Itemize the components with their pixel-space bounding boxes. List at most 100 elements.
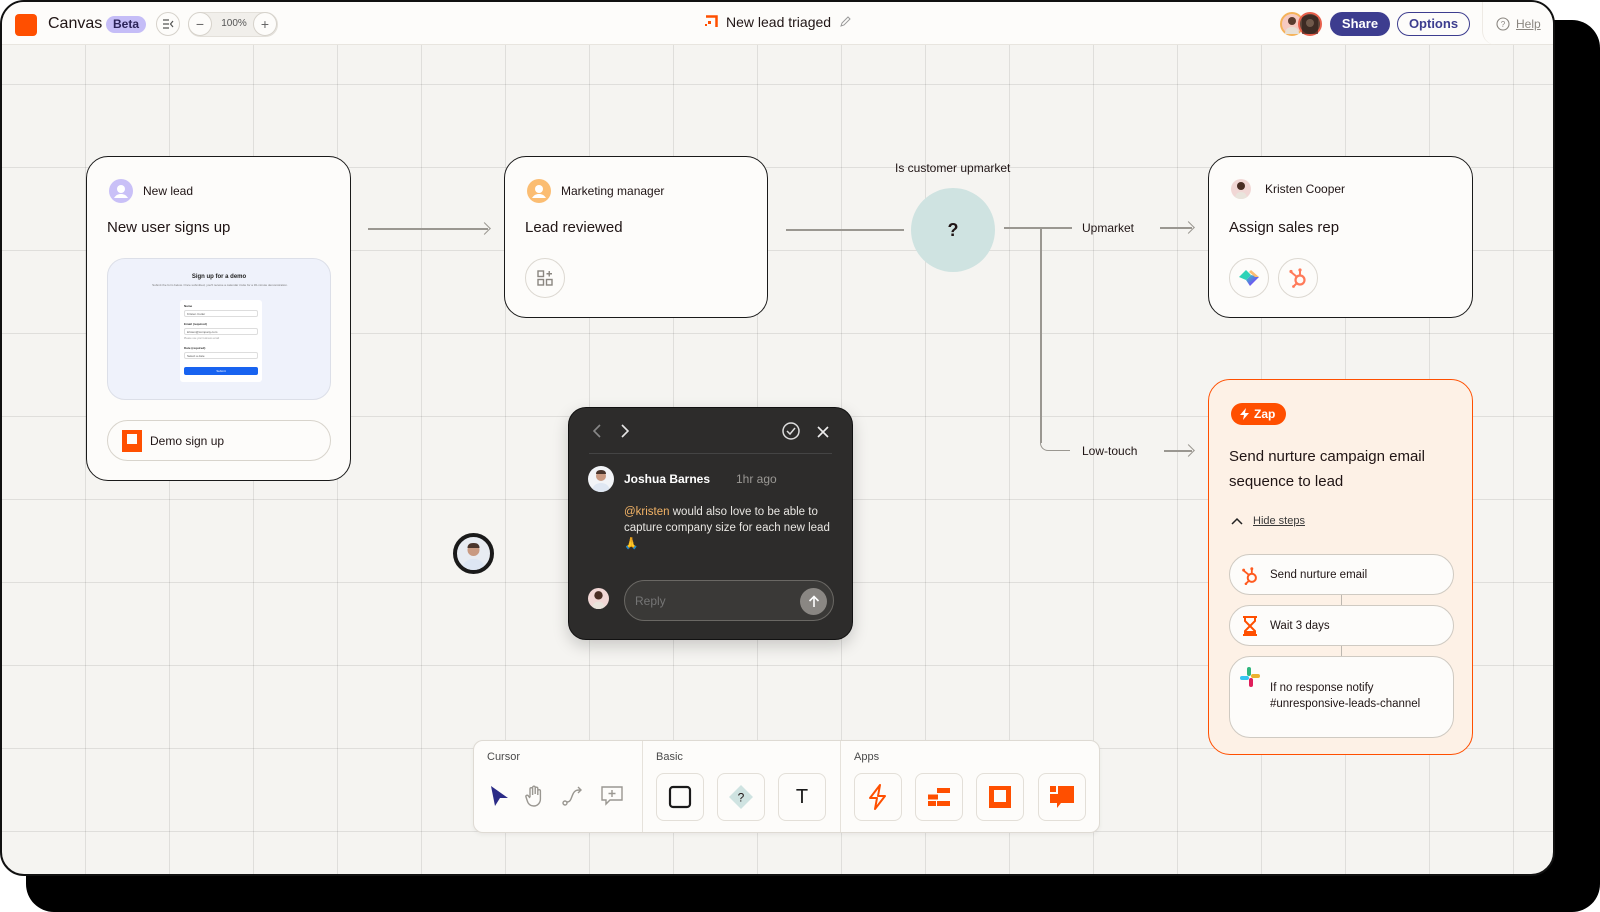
node-assign-sales-rep[interactable]: Kristen Cooper Assign sales rep [1208,156,1473,318]
zoom-level[interactable]: 100% [219,18,249,29]
zap-title: Send nurture campaign email sequence to … [1229,448,1425,490]
step-connector [1341,595,1342,605]
slack-icon [1240,667,1260,687]
zap-step[interactable]: If no response notify #unresponsive-lead… [1229,656,1454,738]
node-header: Marketing manager [527,179,664,203]
zap-step[interactable]: Send nurture email [1229,554,1454,595]
document-title[interactable]: New lead triaged [726,14,831,30]
previous-comment-button[interactable] [592,422,601,443]
zoom-out-button[interactable]: − [188,12,212,36]
rectangle-tool-button[interactable] [656,773,704,821]
node-marketing-manager[interactable]: Marketing manager Lead reviewed [504,156,768,318]
zap-app-button[interactable] [854,773,902,821]
hand-tool-button[interactable] [520,781,550,811]
form-subtitle: Submit the form below. Once submitted, y… [152,283,288,287]
decision-tool-button[interactable]: ? [717,773,765,821]
form-card: Name Kristen Cutler Email (required) kri… [180,300,262,382]
form-field-input: Kristen Cutler [184,310,258,317]
options-button[interactable]: Options [1397,12,1470,36]
source-pill[interactable]: Demo sign up [107,420,331,461]
node-title: Lead reviewed [525,219,623,236]
form-preview[interactable]: Sign up for a demo Submit the form below… [107,258,331,400]
connector-elbow [1040,434,1070,451]
interfaces-app-button[interactable] [976,773,1024,821]
form-field-label: Email (required) [184,322,207,326]
top-bar: Canvas Beta − 100% + New lead triaged Sh… [2,2,1553,45]
diamond-app-icon [1239,270,1259,286]
toolbar-section-label: Cursor [487,751,521,763]
form-submit-button: Submit [184,367,258,375]
chevron-left-icon [592,424,601,438]
zap-lightning-icon [869,784,886,810]
form-field-label: Date (required) [184,346,206,350]
toolbar-divider [642,741,643,832]
reply-input[interactable] [635,594,795,608]
send-reply-button[interactable] [800,588,827,615]
person-photo-icon [462,543,485,570]
hubspot-icon [1242,567,1257,585]
node-new-lead[interactable]: New lead New user signs up Sign up for a… [86,156,351,481]
user-avatar-icon [109,179,133,203]
branch-label-upmarket: Upmarket [1082,221,1135,235]
help-link[interactable]: Help [1516,17,1541,31]
person-photo-icon [1235,182,1247,199]
resolve-comment-button[interactable] [782,422,800,445]
collaborator-avatar[interactable] [1298,12,1322,36]
form-field-label: Name [184,304,193,308]
next-comment-button[interactable] [621,422,630,443]
pencil-icon[interactable] [839,16,851,28]
assignee-avatar [1231,179,1251,199]
decision-node[interactable]: ? [911,188,995,272]
canvas-window[interactable]: Canvas Beta − 100% + New lead triaged Sh… [0,0,1555,876]
chatbot-app-icon [1050,786,1074,808]
sidebar-toggle-button[interactable] [156,12,180,36]
app-button[interactable] [1278,258,1318,298]
lightning-icon [1240,408,1249,420]
person-photo-icon [592,591,605,609]
zap-badge: Zap [1231,403,1287,425]
arrow-right-icon [478,222,491,235]
square-shape-icon [668,785,692,809]
app-button[interactable] [1229,258,1269,298]
hide-steps-label: Hide steps [1253,515,1305,527]
comment-popover[interactable]: Joshua Barnes 1hr ago @kristen would als… [568,407,853,640]
current-user-avatar [588,588,609,609]
divider [589,453,832,454]
tables-app-button[interactable] [915,773,963,821]
collaborator-cursor-avatar[interactable] [453,533,494,574]
comment-author: Joshua Barnes [624,472,711,486]
close-icon [817,426,829,438]
connector-line [1040,229,1042,443]
toolbar-section-label: Basic [656,751,683,763]
zap-step[interactable]: Wait 3 days [1229,605,1454,646]
arrow-right-icon [1182,221,1195,234]
close-comment-button[interactable] [817,425,829,443]
sidebar-collapse-icon [163,19,174,29]
app-logo-icon[interactable] [15,14,37,36]
node-role-label: Kristen Cooper [1265,182,1346,196]
user-avatar-icon [527,179,551,203]
comment-mention[interactable]: @kristen [624,506,670,518]
zoom-in-button[interactable]: + [253,12,277,36]
connector-tool-button[interactable] [558,781,588,811]
svg-text:?: ? [1501,20,1506,29]
select-tool-button[interactable] [484,781,514,811]
step-connector [1341,646,1342,656]
add-app-button[interactable] [525,258,565,298]
minus-icon: − [195,16,205,32]
hide-steps-toggle[interactable]: Hide steps [1231,515,1305,527]
reply-box [624,580,834,621]
question-circle-icon[interactable]: ? [1496,16,1510,31]
connector-path-icon [562,786,582,806]
check-circle-icon [782,422,800,440]
share-button[interactable]: Share [1330,12,1390,36]
source-label: Demo sign up [150,433,225,448]
text-tool-button[interactable]: T [778,773,826,821]
comment-tool-button[interactable] [597,781,627,811]
branch-label-low-touch: Low-touch [1082,444,1138,458]
interfaces-app-icon [122,429,142,452]
connector-line [786,229,904,231]
hourglass-icon [1243,616,1257,636]
chatbot-app-button[interactable] [1038,773,1086,821]
node-zap[interactable]: Zap Send nurture campaign email sequence… [1208,379,1473,755]
